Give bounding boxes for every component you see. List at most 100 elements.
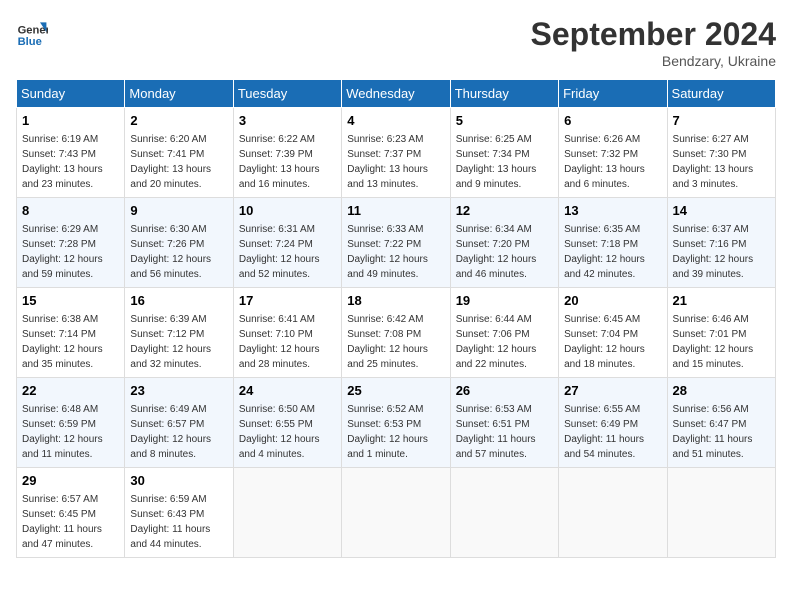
sunset-text: Sunset: 7:24 PM [239, 239, 313, 250]
header-monday: Monday [125, 80, 233, 108]
sunset-text: Sunset: 7:34 PM [456, 149, 530, 160]
sunset-text: Sunset: 7:28 PM [22, 239, 96, 250]
sunset-text: Sunset: 7:43 PM [22, 149, 96, 160]
day-number: 18 [347, 292, 444, 310]
sunrise-text: Sunrise: 6:52 AM [347, 404, 423, 415]
calendar-cell [450, 468, 558, 558]
sunset-text: Sunset: 6:55 PM [239, 419, 313, 430]
calendar-cell: 2 Sunrise: 6:20 AM Sunset: 7:41 PM Dayli… [125, 108, 233, 198]
sunrise-text: Sunrise: 6:31 AM [239, 224, 315, 235]
sunrise-text: Sunrise: 6:45 AM [564, 314, 640, 325]
header-thursday: Thursday [450, 80, 558, 108]
daylight-text: Daylight: 11 hours and 54 minutes. [564, 434, 644, 460]
sunset-text: Sunset: 6:59 PM [22, 419, 96, 430]
sunset-text: Sunset: 7:41 PM [130, 149, 204, 160]
day-number: 3 [239, 112, 336, 130]
header-wednesday: Wednesday [342, 80, 450, 108]
day-number: 1 [22, 112, 119, 130]
sunrise-text: Sunrise: 6:46 AM [673, 314, 749, 325]
day-number: 10 [239, 202, 336, 220]
calendar-cell: 14 Sunrise: 6:37 AM Sunset: 7:16 PM Dayl… [667, 198, 775, 288]
day-number: 25 [347, 382, 444, 400]
day-number: 30 [130, 472, 227, 490]
day-number: 23 [130, 382, 227, 400]
calendar-cell: 15 Sunrise: 6:38 AM Sunset: 7:14 PM Dayl… [17, 288, 125, 378]
calendar-cell: 20 Sunrise: 6:45 AM Sunset: 7:04 PM Dayl… [559, 288, 667, 378]
title-block: September 2024 Bendzary, Ukraine [531, 16, 776, 69]
sunrise-text: Sunrise: 6:34 AM [456, 224, 532, 235]
header-sunday: Sunday [17, 80, 125, 108]
day-number: 24 [239, 382, 336, 400]
day-number: 4 [347, 112, 444, 130]
calendar-cell: 27 Sunrise: 6:55 AM Sunset: 6:49 PM Dayl… [559, 378, 667, 468]
day-number: 13 [564, 202, 661, 220]
daylight-text: Daylight: 12 hours and 25 minutes. [347, 344, 428, 370]
sunrise-text: Sunrise: 6:41 AM [239, 314, 315, 325]
calendar-cell: 7 Sunrise: 6:27 AM Sunset: 7:30 PM Dayli… [667, 108, 775, 198]
day-number: 14 [673, 202, 770, 220]
sunset-text: Sunset: 7:37 PM [347, 149, 421, 160]
daylight-text: Daylight: 12 hours and 35 minutes. [22, 344, 103, 370]
sunset-text: Sunset: 6:53 PM [347, 419, 421, 430]
calendar-cell: 17 Sunrise: 6:41 AM Sunset: 7:10 PM Dayl… [233, 288, 341, 378]
header-tuesday: Tuesday [233, 80, 341, 108]
sunset-text: Sunset: 6:49 PM [564, 419, 638, 430]
sunrise-text: Sunrise: 6:29 AM [22, 224, 98, 235]
sunset-text: Sunset: 7:06 PM [456, 329, 530, 340]
sunrise-text: Sunrise: 6:57 AM [22, 494, 98, 505]
sunset-text: Sunset: 6:47 PM [673, 419, 747, 430]
daylight-text: Daylight: 12 hours and 28 minutes. [239, 344, 320, 370]
sunset-text: Sunset: 7:10 PM [239, 329, 313, 340]
daylight-text: Daylight: 12 hours and 39 minutes. [673, 254, 754, 280]
calendar-cell: 3 Sunrise: 6:22 AM Sunset: 7:39 PM Dayli… [233, 108, 341, 198]
daylight-text: Daylight: 11 hours and 51 minutes. [673, 434, 753, 460]
calendar-cell: 9 Sunrise: 6:30 AM Sunset: 7:26 PM Dayli… [125, 198, 233, 288]
day-number: 16 [130, 292, 227, 310]
day-number: 8 [22, 202, 119, 220]
calendar-table: Sunday Monday Tuesday Wednesday Thursday… [16, 79, 776, 558]
sunrise-text: Sunrise: 6:48 AM [22, 404, 98, 415]
calendar-cell: 13 Sunrise: 6:35 AM Sunset: 7:18 PM Dayl… [559, 198, 667, 288]
daylight-text: Daylight: 12 hours and 32 minutes. [130, 344, 211, 370]
daylight-text: Daylight: 12 hours and 52 minutes. [239, 254, 320, 280]
calendar-cell [667, 468, 775, 558]
daylight-text: Daylight: 13 hours and 13 minutes. [347, 164, 428, 190]
sunset-text: Sunset: 7:32 PM [564, 149, 638, 160]
calendar-cell: 23 Sunrise: 6:49 AM Sunset: 6:57 PM Dayl… [125, 378, 233, 468]
day-number: 12 [456, 202, 553, 220]
sunset-text: Sunset: 6:57 PM [130, 419, 204, 430]
calendar-cell: 26 Sunrise: 6:53 AM Sunset: 6:51 PM Dayl… [450, 378, 558, 468]
calendar-cell: 28 Sunrise: 6:56 AM Sunset: 6:47 PM Dayl… [667, 378, 775, 468]
sunrise-text: Sunrise: 6:56 AM [673, 404, 749, 415]
calendar-cell [342, 468, 450, 558]
day-number: 7 [673, 112, 770, 130]
sunrise-text: Sunrise: 6:38 AM [22, 314, 98, 325]
sunset-text: Sunset: 6:51 PM [456, 419, 530, 430]
calendar-cell: 12 Sunrise: 6:34 AM Sunset: 7:20 PM Dayl… [450, 198, 558, 288]
calendar-cell: 25 Sunrise: 6:52 AM Sunset: 6:53 PM Dayl… [342, 378, 450, 468]
sunrise-text: Sunrise: 6:20 AM [130, 134, 206, 145]
sunrise-text: Sunrise: 6:33 AM [347, 224, 423, 235]
sunrise-text: Sunrise: 6:22 AM [239, 134, 315, 145]
sunset-text: Sunset: 7:20 PM [456, 239, 530, 250]
daylight-text: Daylight: 13 hours and 9 minutes. [456, 164, 537, 190]
sunrise-text: Sunrise: 6:37 AM [673, 224, 749, 235]
sunset-text: Sunset: 7:26 PM [130, 239, 204, 250]
sunset-text: Sunset: 6:45 PM [22, 509, 96, 520]
daylight-text: Daylight: 11 hours and 47 minutes. [22, 524, 102, 550]
sunrise-text: Sunrise: 6:44 AM [456, 314, 532, 325]
calendar-row: 29 Sunrise: 6:57 AM Sunset: 6:45 PM Dayl… [17, 468, 776, 558]
month-title: September 2024 [531, 16, 776, 53]
sunrise-text: Sunrise: 6:35 AM [564, 224, 640, 235]
calendar-cell: 19 Sunrise: 6:44 AM Sunset: 7:06 PM Dayl… [450, 288, 558, 378]
daylight-text: Daylight: 11 hours and 57 minutes. [456, 434, 536, 460]
header-friday: Friday [559, 80, 667, 108]
daylight-text: Daylight: 13 hours and 20 minutes. [130, 164, 211, 190]
sunset-text: Sunset: 7:08 PM [347, 329, 421, 340]
daylight-text: Daylight: 13 hours and 23 minutes. [22, 164, 103, 190]
calendar-cell: 10 Sunrise: 6:31 AM Sunset: 7:24 PM Dayl… [233, 198, 341, 288]
day-number: 21 [673, 292, 770, 310]
sunrise-text: Sunrise: 6:55 AM [564, 404, 640, 415]
calendar-cell: 5 Sunrise: 6:25 AM Sunset: 7:34 PM Dayli… [450, 108, 558, 198]
calendar-cell: 4 Sunrise: 6:23 AM Sunset: 7:37 PM Dayli… [342, 108, 450, 198]
